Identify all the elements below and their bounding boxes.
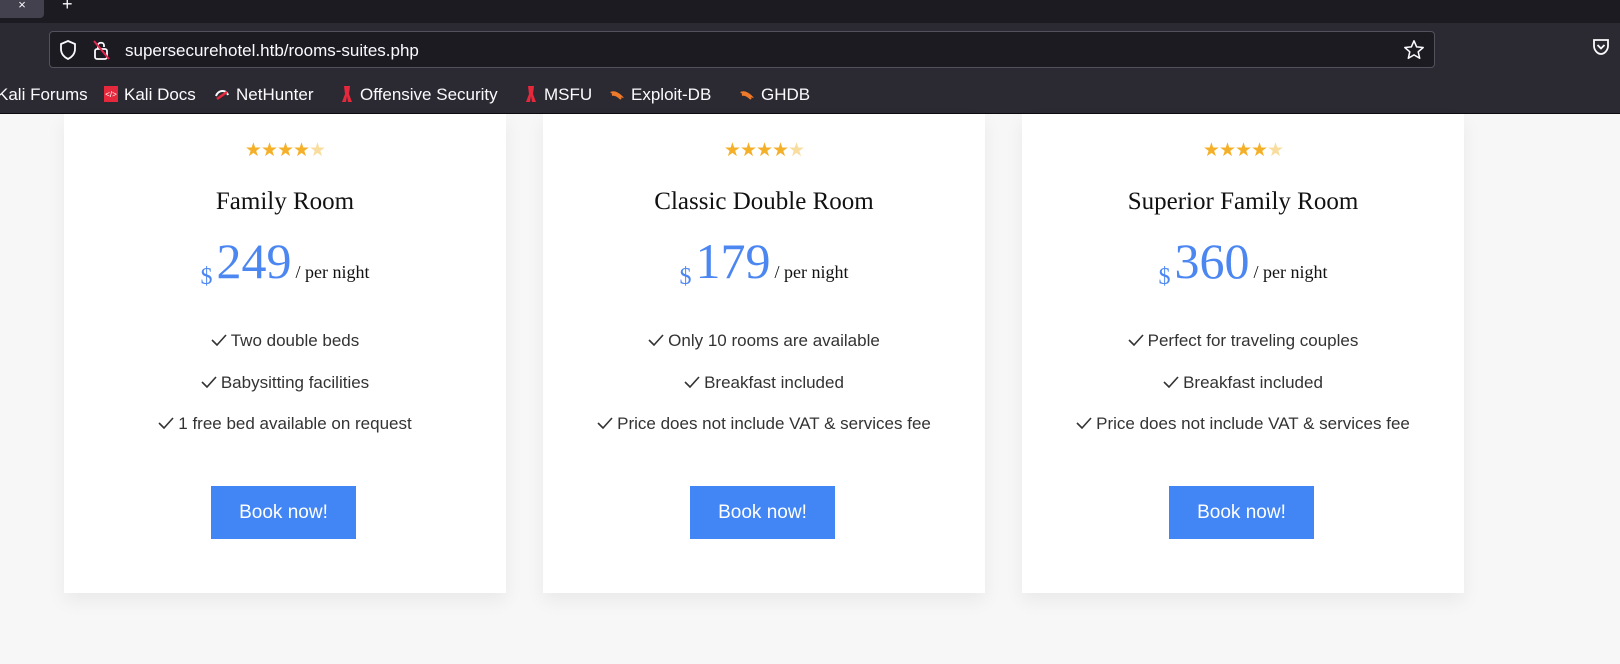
bookmark-kali-docs[interactable]: </> Kali Docs (104, 85, 196, 105)
bookmark-msfu[interactable]: MSFU (524, 85, 592, 105)
price-currency: $ (200, 264, 213, 290)
feature-item: 1 free bed available on request (64, 414, 506, 434)
room-title: Classic Double Room (654, 188, 874, 215)
book-now-button[interactable]: Book now! (1169, 486, 1314, 539)
feature-item: Price does not include VAT & services fe… (1022, 414, 1464, 434)
star-filled-icon: ★★★★ (723, 140, 789, 161)
price-currency: $ (1158, 264, 1171, 290)
bookmark-label: Exploit-DB (631, 85, 712, 104)
feature-text: Only 10 rooms are available (668, 331, 880, 350)
check-icon (1163, 376, 1179, 388)
close-tab-icon[interactable]: × (0, 0, 44, 18)
check-icon (1128, 334, 1144, 346)
book-now-button[interactable]: Book now! (211, 486, 356, 539)
check-icon (1076, 417, 1092, 429)
feature-text: Babysitting facilities (220, 373, 370, 392)
price-period: / per night (1253, 262, 1328, 282)
msfu-icon (526, 86, 536, 102)
check-icon (597, 417, 613, 429)
feature-item: Price does not include VAT & services fe… (543, 414, 985, 434)
room-price: $ 249 / per night (64, 232, 506, 291)
room-card-classic-double-room: ★★★★★ Classic Double Room $ 179 / per ni… (543, 114, 985, 593)
room-title: Family Room (215, 188, 355, 215)
price-amount: 179 (695, 233, 771, 289)
price-period: / per night (774, 262, 849, 282)
price-period: / per night (295, 262, 370, 282)
room-title: Superior Family Room (1127, 188, 1359, 215)
bookmark-ghdb[interactable]: GHDB (739, 85, 810, 105)
price-amount: 249 (216, 233, 292, 289)
room-price: $ 360 / per night (1022, 232, 1464, 291)
navigation-bar: supersecurehotel.htb/rooms-suites.php (0, 23, 1620, 76)
check-icon (211, 334, 227, 346)
bookmark-label: Offensive Security (360, 85, 498, 104)
check-icon (648, 334, 664, 346)
room-price: $ 179 / per night (543, 232, 985, 291)
bookmark-nethunter[interactable]: NetHunter (214, 85, 313, 105)
star-filled-icon: ★★★★ (244, 140, 310, 161)
bookmark-kali-forums[interactable]: Kali Forums (0, 85, 88, 105)
feature-text: Two double beds (230, 331, 360, 350)
feature-item: Perfect for traveling couples (1022, 331, 1464, 351)
bookmark-offensive-security[interactable]: Offensive Security (340, 85, 498, 105)
kali-docs-icon: </> (104, 86, 118, 102)
bookmark-label: NetHunter (236, 85, 314, 104)
feature-item: Babysitting facilities (64, 373, 506, 393)
check-icon (684, 376, 700, 388)
feature-item: Breakfast included (1022, 373, 1464, 393)
star-filled-icon: ★★★★ (1202, 140, 1268, 161)
rating-stars: ★★★★★ (64, 139, 506, 162)
feature-text: Breakfast included (704, 373, 844, 392)
new-tab-icon[interactable]: + (62, 0, 73, 13)
rating-stars: ★★★★★ (1022, 139, 1464, 162)
bookmark-exploit-db[interactable]: Exploit-DB (609, 85, 711, 105)
page-content: ★★★★★ Family Room $ 249 / per night Two … (0, 114, 1620, 664)
rating-stars: ★★★★★ (543, 139, 985, 162)
room-card-family-room: ★★★★★ Family Room $ 249 / per night Two … (64, 114, 506, 593)
check-icon (158, 417, 174, 429)
feature-item: Only 10 rooms are available (543, 331, 985, 351)
bookmarks-toolbar: Kali Forums </> Kali Docs NetHunter Offen… (0, 76, 1620, 114)
bookmark-label: MSFU (544, 85, 593, 104)
bookmark-label: Kali Docs (124, 85, 196, 104)
price-amount: 360 (1174, 233, 1250, 289)
feature-item: Two double beds (64, 331, 506, 351)
feature-text: Price does not include VAT & services fe… (1096, 414, 1410, 433)
nethunter-icon (215, 90, 229, 101)
offensive-security-icon (342, 86, 352, 102)
pocket-icon[interactable] (1591, 37, 1611, 57)
bookmark-star-icon[interactable] (1403, 39, 1425, 61)
feature-item: Breakfast included (543, 373, 985, 393)
star-empty-icon: ★ (1267, 140, 1284, 161)
check-icon (201, 376, 217, 388)
tab-strip: × + (0, 0, 1620, 23)
feature-text: 1 free bed available on request (178, 414, 412, 433)
ghdb-icon (740, 91, 754, 100)
url-text[interactable]: supersecurehotel.htb/rooms-suites.php (125, 41, 419, 61)
price-currency: $ (679, 264, 692, 290)
shield-icon[interactable] (59, 40, 77, 60)
insecure-lock-icon[interactable] (92, 39, 112, 61)
url-bar[interactable]: supersecurehotel.htb/rooms-suites.php (49, 31, 1435, 68)
book-now-button[interactable]: Book now! (690, 486, 835, 539)
bookmark-label: GHDB (761, 85, 811, 104)
room-card-superior-family-room: ★★★★★ Superior Family Room $ 360 / per n… (1022, 114, 1464, 593)
star-empty-icon: ★ (309, 140, 326, 161)
star-empty-icon: ★ (788, 140, 805, 161)
svg-text:</>: </> (105, 90, 117, 99)
feature-text: Perfect for traveling couples (1147, 331, 1359, 350)
feature-text: Price does not include VAT & services fe… (617, 414, 931, 433)
feature-text: Breakfast included (1183, 373, 1323, 392)
exploit-db-icon (610, 91, 624, 100)
